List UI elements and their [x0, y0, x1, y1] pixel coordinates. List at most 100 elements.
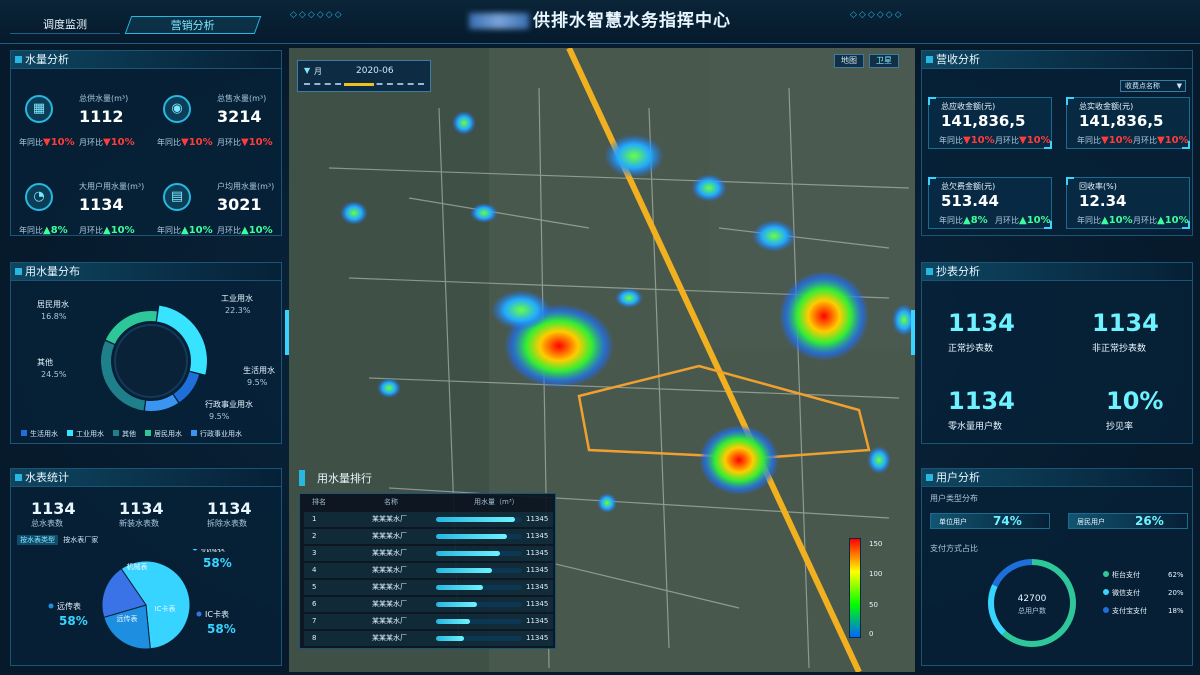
meter-reading-title: 抄表分析: [922, 263, 1192, 281]
revenue-panel: 营收分析 收费点名称 ▼ 总应收金额(元) 141,836,5 年同比▼10% 月环比▼…: [921, 50, 1193, 236]
usage-bar: [436, 585, 522, 590]
yoy-arrow-icon: ▼: [1101, 135, 1109, 146]
yoy-change: 年同比▼10%: [19, 137, 75, 148]
usage-bar-fill: [436, 585, 484, 590]
usage-value: 11345: [526, 566, 549, 574]
revenue-value: 513.44: [941, 192, 999, 210]
meter-count-label: 拆除水表数: [207, 519, 247, 528]
yoy-change: 年同比▲10%: [1077, 215, 1133, 226]
yoy-arrow-icon: ▲: [1101, 215, 1109, 226]
ranking-header: 排名 名称 用水量（m³）: [304, 496, 553, 509]
stat-label: 大用户用水量(m³): [79, 182, 145, 191]
unit-user-label: 单位用户: [939, 518, 967, 526]
pie-outer-pct: 58%: [203, 556, 232, 570]
mom-value: 10%: [1026, 215, 1051, 226]
meter-stats-tabs: 按水表类型 按水表厂家: [17, 535, 101, 547]
distribution-panel: 用水量分布 工业用水 22.3% 生活用水 9.5% 行政事业用水 9.5% 其他 24.5%…: [10, 262, 282, 444]
plant-name: 某某某水厂: [372, 634, 407, 642]
left-collapse-handle[interactable]: [285, 310, 289, 355]
yoy-label: 年同比: [19, 226, 43, 235]
yoy-label: 年同比: [939, 216, 963, 225]
users-panel: 用户分析 用户类型分布 单位用户 74% 居民用户 26% 支付方式占比 427…: [921, 468, 1193, 666]
usage-bar-fill: [436, 568, 492, 573]
usage-value: 11345: [526, 515, 549, 523]
yoy-value: 10%: [1108, 135, 1133, 146]
legend-item: 生活用水: [21, 430, 58, 438]
mom-change: 月环比▲10%: [1133, 215, 1189, 226]
right-collapse-handle[interactable]: [911, 310, 915, 355]
rank-number: 2: [312, 532, 317, 540]
payment-legend-pct: 62%: [1168, 571, 1184, 579]
mom-label: 月环比: [217, 226, 241, 235]
legend-dot: [192, 549, 198, 551]
month-slider-thumb[interactable]: [344, 83, 374, 86]
stat-label: 总售水量(m³): [217, 94, 267, 103]
distribution-label-pct: 16.8%: [41, 312, 67, 321]
usage-bar: [436, 568, 522, 573]
unit-user-bar: 单位用户 74%: [930, 513, 1050, 529]
distribution-donut-chart: 工业用水 22.3% 生活用水 9.5% 行政事业用水 9.5% 其他 24.5% 居民用水 16…: [37, 293, 275, 421]
plant-name: 某某某水厂: [372, 515, 407, 523]
month-selector-chevron-icon: ▼: [304, 66, 311, 75]
resident-user-pct: 26%: [1135, 514, 1164, 528]
payment-legend-dot: [1103, 607, 1109, 613]
tab-monitor[interactable]: 调度监测: [10, 16, 120, 34]
mom-value: 10%: [248, 137, 273, 148]
tab-sales-label: 营销分析: [170, 19, 215, 32]
yoy-value: 10%: [188, 137, 213, 148]
table-row: 6 某某某水厂 11345: [304, 597, 553, 612]
yoy-value: 10%: [50, 137, 75, 148]
plant-name: 某某某水厂: [372, 617, 407, 625]
yoy-label: 年同比: [1077, 136, 1101, 145]
mom-label: 月环比: [1133, 216, 1157, 225]
rank-number: 8: [312, 634, 317, 642]
pie-outer-label: IC卡表: [205, 609, 229, 619]
resident-user-bar: 居民用户 26%: [1068, 513, 1188, 529]
tab-by-vendor[interactable]: 按水表厂家: [60, 535, 101, 545]
rank-number: 5: [312, 583, 317, 591]
resident-user-label: 居民用户: [1077, 518, 1105, 526]
user-type-title: 用户类型分布: [930, 494, 978, 503]
revenue-card: 总欠费金额(元) 513.44 年同比▲8% 月环比▲10%: [928, 177, 1052, 229]
usage-bar: [436, 619, 522, 624]
legend-swatch: [145, 430, 151, 436]
legend-label: 行政事业用水: [200, 430, 242, 438]
tab-sales[interactable]: 营销分析: [124, 16, 262, 34]
chevron-down-icon: ▼: [1176, 82, 1182, 90]
reading-value: 1134: [948, 309, 1015, 337]
usage-value: 11345: [526, 600, 549, 608]
meter-count-value: 1134: [119, 499, 164, 518]
revenue-value: 12.34: [1079, 192, 1127, 210]
distribution-legend: 生活用水 工业用水 其他 居民用水 行政事业用水: [21, 429, 283, 441]
legend-item: 行政事业用水: [191, 430, 242, 438]
legend-dot: [48, 603, 54, 609]
month-selector[interactable]: ▼ 月 2020-06: [297, 60, 431, 92]
toggle-satellite[interactable]: 卫星: [869, 54, 899, 68]
table-row: 2 某某某水厂 11345: [304, 529, 553, 544]
revenue-value: 141,836,5: [1079, 112, 1164, 130]
legend-swatch: [21, 430, 27, 436]
usage-bar: [436, 636, 522, 641]
distribution-label-pct: 24.5%: [41, 370, 67, 379]
mom-value: 10%: [1164, 215, 1189, 226]
mom-value: 10%: [248, 225, 273, 236]
yoy-label: 年同比: [1077, 216, 1101, 225]
rank-number: 4: [312, 566, 317, 574]
toggle-map[interactable]: 地图: [834, 54, 864, 68]
distribution-label-name: 生活用水: [243, 365, 275, 375]
usage-bar: [436, 551, 522, 556]
usage-value: 11345: [526, 583, 549, 591]
tab-by-type[interactable]: 按水表类型: [17, 535, 58, 545]
month-selector-value: 2020-06: [356, 66, 394, 76]
mom-change: 月环比▲10%: [79, 225, 135, 236]
pie-inner-label-ic: IC卡表: [155, 604, 176, 613]
heatmap-legend-bar: [849, 538, 861, 638]
revenue-point-select[interactable]: 收费点名称 ▼: [1120, 80, 1186, 92]
yoy-change: 年同比▼10%: [939, 135, 995, 146]
yoy-arrow-icon: ▼: [963, 135, 971, 146]
yoy-value: 10%: [1108, 215, 1133, 226]
revenue-label: 总实收金额(元): [1079, 102, 1134, 111]
mom-arrow-icon: ▲: [1157, 215, 1165, 226]
rank-number: 1: [312, 515, 317, 523]
header-deco-right: ◇◇◇◇◇◇: [850, 10, 904, 20]
